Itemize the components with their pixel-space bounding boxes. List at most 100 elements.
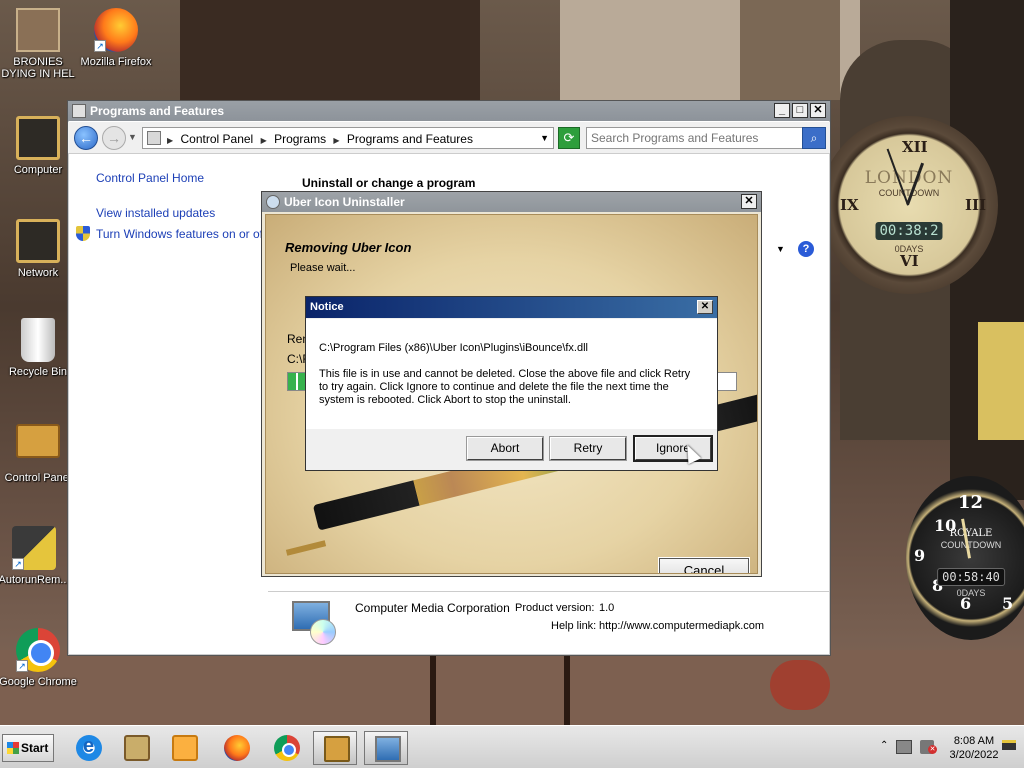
search-icon[interactable]: ⌕ bbox=[802, 127, 826, 149]
taskbar-media-player[interactable] bbox=[162, 731, 206, 765]
windows-logo-icon bbox=[7, 742, 19, 754]
control-panel-icon bbox=[72, 104, 86, 118]
system-tray: ⌃ ✕ 8:08 AM 3/20/2022 bbox=[872, 730, 1022, 766]
clock[interactable]: 8:08 AM 3/20/2022 bbox=[942, 734, 1006, 762]
notice-message: This file is in use and cannot be delete… bbox=[319, 368, 691, 406]
dialog-titlebar[interactable]: Notice ✕ bbox=[306, 297, 717, 318]
abort-button[interactable]: Abort bbox=[466, 436, 544, 461]
desktop-icon-label: Google Chrome bbox=[0, 676, 77, 688]
refresh-icon[interactable]: ⟳ bbox=[558, 127, 580, 149]
taskbar-chrome[interactable] bbox=[264, 731, 308, 765]
breadcrumb-control-panel[interactable]: Control Panel bbox=[181, 132, 254, 146]
control-panel-icon bbox=[16, 424, 60, 458]
london-countdown-gadget[interactable]: XII III VI IX LONDON COUNTDOWN 00:38:2 0… bbox=[820, 116, 998, 294]
uninstaller-icon bbox=[375, 736, 401, 762]
window-titlebar[interactable]: Uber Icon Uninstaller ✕ bbox=[262, 192, 761, 212]
internet-explorer-icon bbox=[76, 735, 102, 761]
network-tray-icon[interactable] bbox=[896, 740, 912, 754]
clock-date: 3/20/2022 bbox=[949, 749, 999, 761]
close-button[interactable]: ✕ bbox=[741, 194, 757, 209]
firefox-icon: ↗ bbox=[94, 8, 138, 52]
folder-photo-icon bbox=[16, 8, 60, 52]
chrome-icon bbox=[274, 735, 300, 761]
recycle-bin-icon bbox=[21, 318, 55, 362]
show-desktop-icon[interactable] bbox=[1002, 740, 1016, 750]
firefox-icon bbox=[224, 735, 250, 761]
chevron-right-icon[interactable]: ▶ bbox=[167, 136, 173, 145]
chevron-right-icon[interactable]: ▶ bbox=[333, 136, 339, 145]
start-label: Start bbox=[21, 741, 49, 755]
window-title: Uber Icon Uninstaller bbox=[284, 195, 405, 209]
gadget-title: LONDON bbox=[864, 168, 954, 188]
recent-pages-chevron-icon[interactable]: ▼ bbox=[128, 132, 137, 142]
taskbar-uninstaller[interactable] bbox=[364, 731, 408, 765]
uninstaller-subtitle: Please wait... bbox=[290, 262, 356, 274]
details-pane: Computer Media Corporation Product versi… bbox=[268, 595, 828, 655]
uninstaller-icon bbox=[266, 195, 280, 209]
notice-dialog[interactable]: Notice ✕ C:\Program Files (x86)\Uber Ico… bbox=[305, 296, 718, 471]
help-link-value[interactable]: http://www.computermediapk.com bbox=[599, 620, 764, 632]
program-icon bbox=[288, 597, 340, 647]
taskbar-file-explorer[interactable] bbox=[114, 731, 158, 765]
view-installed-updates-link[interactable]: View installed updates bbox=[96, 206, 215, 220]
show-hidden-icons-chevron-icon[interactable]: ⌃ bbox=[880, 740, 888, 751]
publisher-name: Computer Media Corporation bbox=[355, 601, 510, 615]
window-titlebar[interactable]: Programs and Features _ □ ✕ bbox=[68, 101, 830, 121]
control-panel-home-link[interactable]: Control Panel Home bbox=[96, 171, 204, 185]
taskbar-internet-explorer[interactable] bbox=[66, 731, 110, 765]
forward-arrow-icon[interactable]: → bbox=[102, 126, 126, 150]
taskbar-firefox[interactable] bbox=[214, 731, 258, 765]
maximize-button[interactable]: □ bbox=[792, 103, 808, 118]
desktop-icon-bronies[interactable]: BRONIES DYING IN HEL bbox=[0, 8, 78, 80]
close-button[interactable]: ✕ bbox=[810, 103, 826, 118]
taskbar-control-panel[interactable] bbox=[313, 731, 357, 765]
start-button[interactable]: Start bbox=[2, 734, 54, 762]
media-player-icon bbox=[172, 735, 198, 761]
clock-time: 8:08 AM bbox=[953, 735, 995, 747]
divider bbox=[268, 591, 830, 592]
product-version-value: 1.0 bbox=[599, 602, 615, 614]
taskbar: Start ⌃ ✕ 8:08 AM 3/20/2022 bbox=[0, 725, 1024, 768]
windows-features-link[interactable]: Turn Windows features on or off bbox=[76, 226, 266, 241]
notice-message-area: C:\Program Files (x86)\Uber Icon\Plugins… bbox=[306, 319, 717, 429]
chevron-down-icon[interactable]: ▼ bbox=[540, 133, 549, 143]
address-bar: ← → ▼ ▶ Control Panel ▶ Programs ▶ Progr… bbox=[68, 122, 830, 154]
locked-file-path: C:\Program Files (x86)\Uber Icon\Plugins… bbox=[319, 342, 588, 354]
dialog-title: Notice bbox=[310, 301, 344, 313]
muted-x-icon: ✕ bbox=[928, 745, 937, 754]
computer-icon bbox=[16, 116, 60, 160]
countdown-days: 0DAYS bbox=[956, 588, 986, 598]
royale-countdown-gadget[interactable]: 12 9 10 8 6 5 ROYALE COUNTDOWN 00:58:40 … bbox=[906, 476, 1024, 640]
back-arrow-icon[interactable]: ← bbox=[74, 126, 98, 150]
file-explorer-icon bbox=[124, 735, 150, 761]
breadcrumb-programs-and-features[interactable]: Programs and Features bbox=[347, 132, 473, 146]
product-version-label: Product version: bbox=[515, 602, 595, 614]
countdown-days: 0DAYS bbox=[894, 244, 924, 254]
autorun-remover-icon: ↗ bbox=[12, 526, 56, 570]
breadcrumb[interactable]: ▶ Control Panel ▶ Programs ▶ Programs an… bbox=[142, 127, 554, 149]
desktop-icon-autorun[interactable]: ↗ AutorunRem... bbox=[0, 526, 74, 586]
desktop-icon-firefox[interactable]: ↗ Mozilla Firefox bbox=[76, 8, 156, 68]
search-input[interactable] bbox=[587, 128, 797, 148]
retry-button[interactable]: Retry bbox=[549, 436, 627, 461]
view-options-chevron-icon[interactable]: ▼ bbox=[776, 244, 785, 254]
pen-nib-image bbox=[285, 540, 327, 556]
control-panel-icon bbox=[324, 736, 350, 762]
chrome-icon: ↗ bbox=[16, 628, 60, 672]
desktop-icon-label: Mozilla Firefox bbox=[80, 56, 152, 68]
minimize-button[interactable]: _ bbox=[774, 103, 790, 118]
cancel-button[interactable]: Cancel bbox=[658, 557, 750, 573]
breadcrumb-programs[interactable]: Programs bbox=[274, 132, 326, 146]
window-title: Programs and Features bbox=[90, 104, 225, 118]
help-icon[interactable]: ? bbox=[798, 241, 814, 257]
desktop-icon-label: BRONIES DYING IN HEL bbox=[1, 56, 75, 80]
control-panel-icon bbox=[147, 131, 161, 145]
search-box[interactable]: ⌕ bbox=[586, 127, 826, 149]
close-button[interactable]: ✕ bbox=[697, 300, 713, 314]
chevron-right-icon[interactable]: ▶ bbox=[261, 136, 267, 145]
countdown-digits: 00:38:2 bbox=[875, 222, 943, 240]
network-icon bbox=[16, 219, 60, 263]
uac-shield-icon bbox=[76, 226, 90, 241]
desktop-icon-label: AutorunRem... bbox=[0, 574, 70, 586]
help-link-label: Help link: bbox=[551, 620, 597, 632]
